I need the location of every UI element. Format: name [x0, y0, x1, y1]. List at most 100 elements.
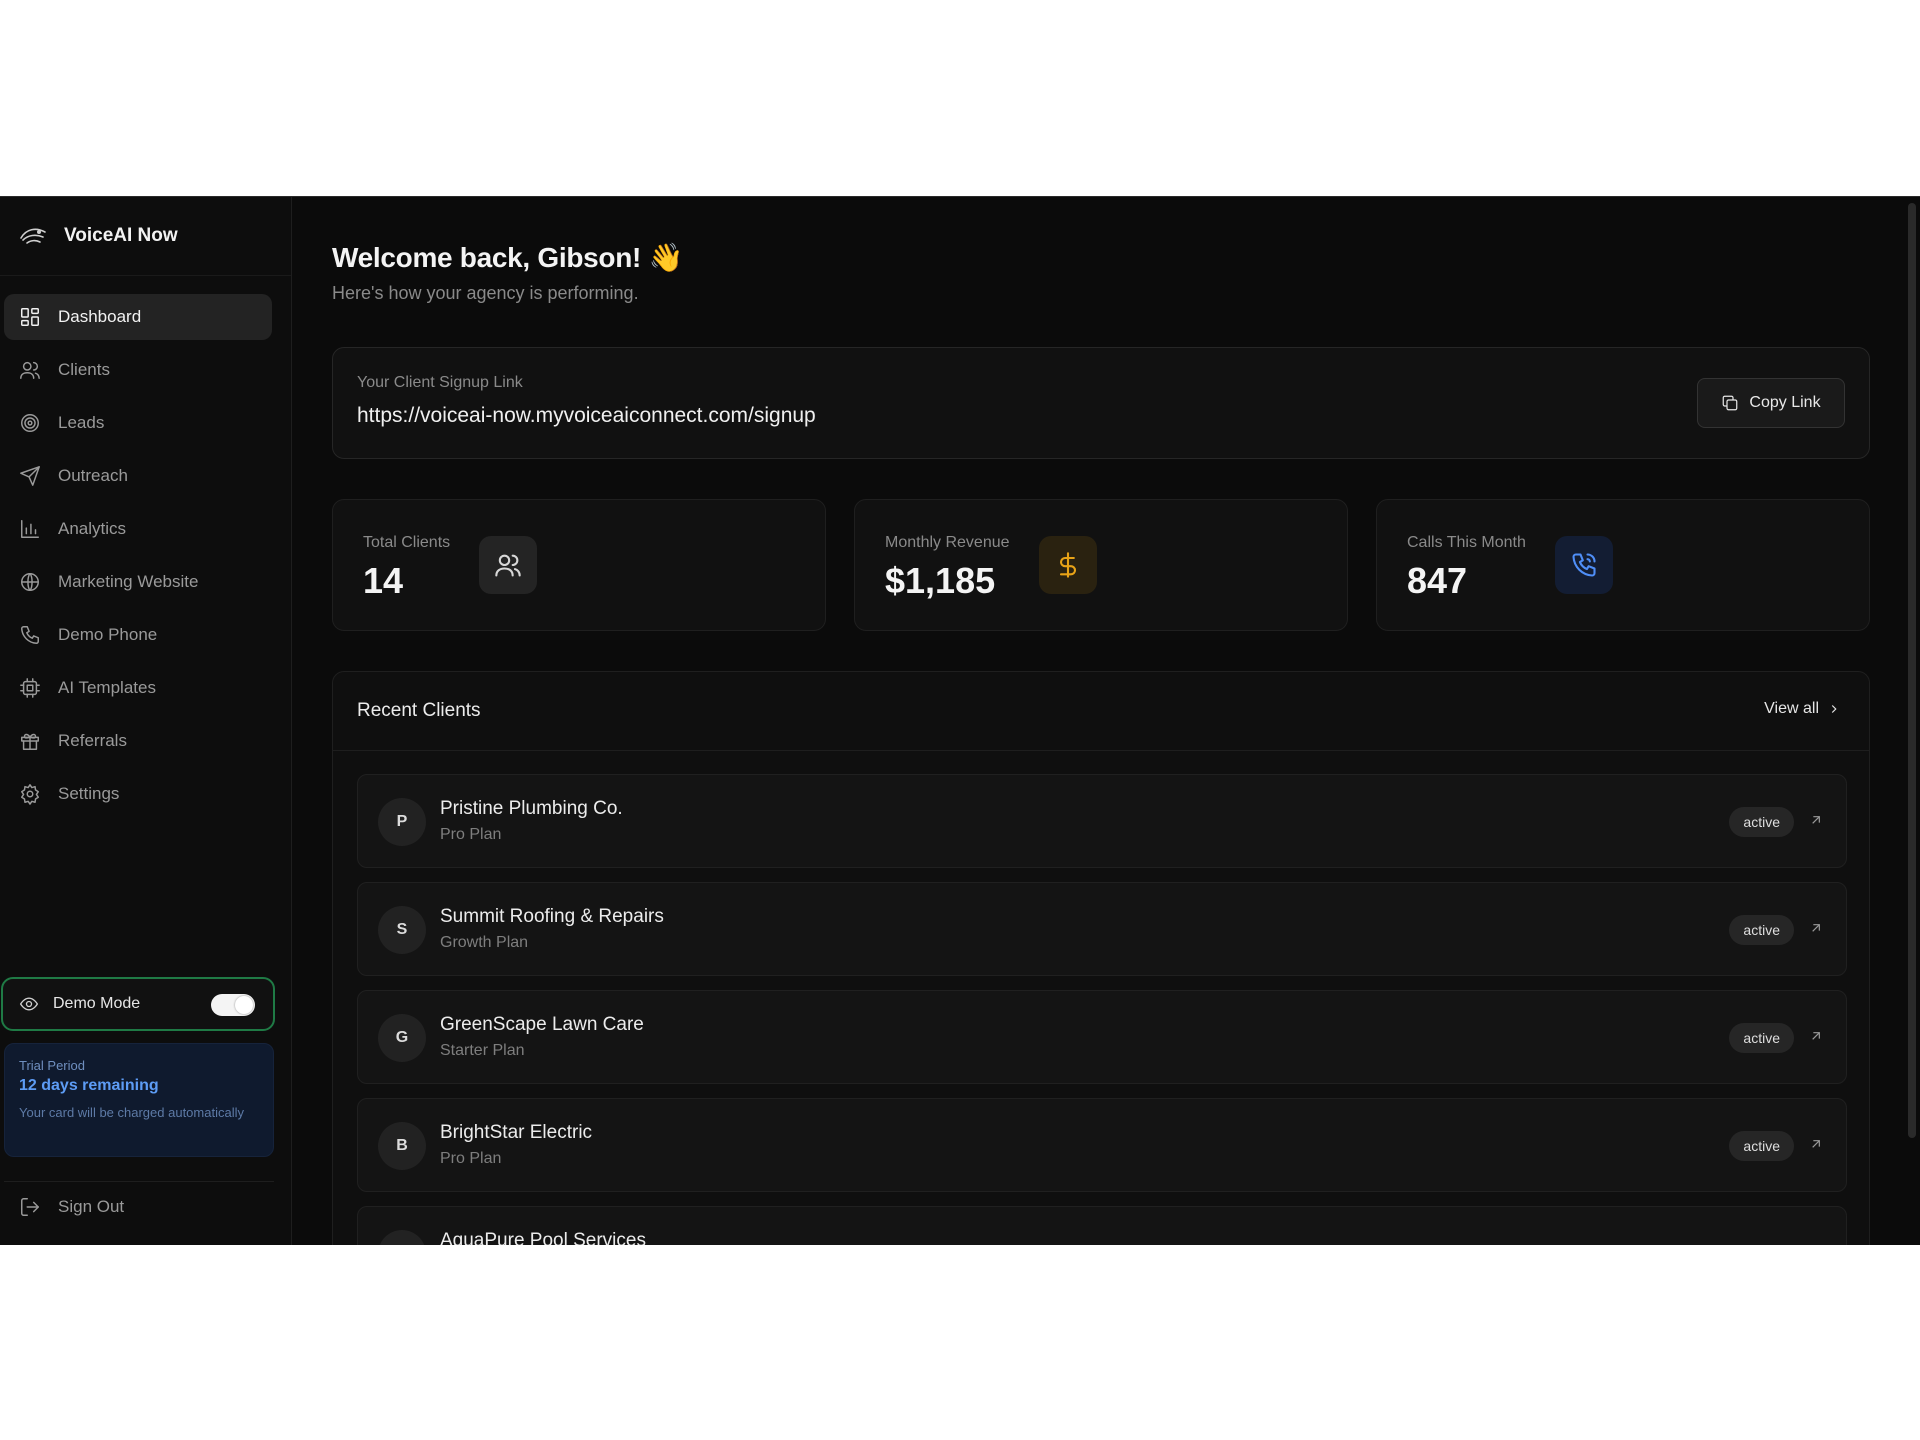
client-plan: Starter Plan [440, 1042, 525, 1059]
sidebar-item-label: Referrals [58, 731, 127, 750]
client-name: AquaPure Pool Services [440, 1230, 646, 1245]
sidebar-item-marketing-website[interactable]: Marketing Website [4, 559, 272, 605]
sidebar-item-label: Leads [58, 413, 105, 432]
stat-value: 847 [1407, 560, 1468, 601]
sidebar-item-referrals[interactable]: Referrals [4, 718, 272, 764]
avatar: A [378, 1230, 426, 1245]
page-subtitle: Here's how your agency is performing. [332, 283, 639, 303]
stat-card-monthly-revenue: Monthly Revenue $1,185 [854, 499, 1348, 631]
cpu-icon [18, 676, 42, 700]
signup-link-url[interactable]: https://voiceai-now.myvoiceaiconnect.com… [357, 404, 816, 428]
stat-label: Total Clients [363, 534, 451, 551]
switch-knob [235, 996, 253, 1014]
avatar: S [378, 906, 426, 954]
client-name: GreenScape Lawn Care [440, 1014, 644, 1035]
dollar-icon [1039, 536, 1097, 594]
signup-link-card: Your Client Signup Link https://voiceai-… [332, 347, 1870, 459]
sidebar-item-leads[interactable]: Leads [4, 400, 272, 446]
sign-out-icon [18, 1195, 42, 1219]
recent-clients-panel: Recent Clients View all P Pristine Plumb… [332, 671, 1870, 1245]
view-all-link[interactable]: View all [1764, 700, 1841, 718]
send-icon [18, 464, 42, 488]
main-scrollbar[interactable] [1908, 203, 1916, 1138]
copy-link-label: Copy Link [1749, 394, 1821, 411]
main-content: Welcome back, Gibson! 👋 Here's how your … [292, 197, 1920, 1245]
sidebar-item-label: Demo Phone [58, 625, 158, 644]
client-row[interactable]: A AquaPure Pool Services [357, 1206, 1847, 1245]
brand-logo-icon [16, 219, 50, 253]
globe-icon [18, 570, 42, 594]
stat-label: Monthly Revenue [885, 534, 1010, 551]
client-list: P Pristine Plumbing Co. Pro Plan active … [357, 774, 1847, 1245]
external-link-icon[interactable] [1808, 920, 1824, 936]
client-name: BrightStar Electric [440, 1122, 593, 1143]
signup-link-label: Your Client Signup Link [357, 374, 523, 391]
stats-row: Total Clients 14 Monthly Revenue $1,185 … [332, 499, 1870, 631]
users-icon [479, 536, 537, 594]
client-row[interactable]: S Summit Roofing & Repairs Growth Plan a… [357, 882, 1847, 976]
sign-out-button[interactable]: Sign Out [4, 1181, 274, 1231]
gift-icon [18, 729, 42, 753]
gear-icon [18, 782, 42, 806]
client-row[interactable]: G GreenScape Lawn Care Starter Plan acti… [357, 990, 1847, 1084]
copy-link-button[interactable]: Copy Link [1697, 378, 1845, 428]
view-all-label: View all [1764, 700, 1819, 717]
demo-mode-toggle[interactable]: Demo Mode [1, 977, 275, 1031]
client-plan: Pro Plan [440, 1150, 502, 1167]
sidebar-nav: Dashboard Clients Leads Outreach Analyti… [0, 276, 291, 817]
sidebar-item-label: Dashboard [58, 307, 142, 326]
brand-header[interactable]: VoiceAI Now [0, 197, 291, 276]
demo-mode-switch[interactable] [211, 994, 255, 1016]
sidebar-item-demo-phone[interactable]: Demo Phone [4, 612, 272, 658]
bar-chart-icon [18, 517, 42, 541]
trial-period-card: Trial Period 12 days remaining Your card… [4, 1043, 274, 1157]
copy-icon [1723, 395, 1738, 411]
trial-note: Your card will be charged automatically [19, 1105, 244, 1120]
phone-call-icon [1555, 536, 1613, 594]
chevron-right-icon [1831, 705, 1837, 713]
client-plan: Pro Plan [440, 826, 502, 843]
sidebar-item-outreach[interactable]: Outreach [4, 453, 272, 499]
client-row[interactable]: B BrightStar Electric Pro Plan active [357, 1098, 1847, 1192]
trial-label: Trial Period [19, 1058, 85, 1073]
client-row[interactable]: P Pristine Plumbing Co. Pro Plan active [357, 774, 1847, 868]
status-badge: active [1729, 807, 1794, 837]
avatar: P [378, 798, 426, 846]
page-title: Welcome back, Gibson! 👋 [332, 242, 684, 273]
sidebar-item-label: Settings [58, 784, 120, 803]
status-badge: active [1729, 915, 1794, 945]
stat-card-total-clients: Total Clients 14 [332, 499, 826, 631]
sidebar-item-label: AI Templates [58, 678, 156, 697]
stat-label: Calls This Month [1407, 534, 1526, 551]
sidebar: VoiceAI Now Dashboard Clients Leads Outr… [0, 197, 292, 1245]
sidebar-item-clients[interactable]: Clients [4, 347, 272, 393]
trial-days-remaining: 12 days remaining [19, 1077, 159, 1094]
demo-mode-label: Demo Mode [53, 995, 141, 1012]
external-link-icon[interactable] [1808, 1136, 1824, 1152]
stat-card-calls-this-month: Calls This Month 847 [1376, 499, 1870, 631]
phone-icon [18, 623, 42, 647]
sidebar-item-ai-templates[interactable]: AI Templates [4, 665, 272, 711]
eye-icon [19, 994, 39, 1014]
stat-value: $1,185 [885, 560, 996, 601]
users-icon [18, 358, 42, 382]
brand-name: VoiceAI Now [64, 225, 178, 246]
sidebar-item-label: Analytics [58, 519, 127, 538]
sidebar-item-dashboard[interactable]: Dashboard [4, 294, 272, 340]
app-window: VoiceAI Now Dashboard Clients Leads Outr… [0, 196, 1920, 1245]
sidebar-item-settings[interactable]: Settings [4, 771, 272, 817]
dashboard-icon [18, 305, 42, 329]
target-icon [18, 411, 42, 435]
external-link-icon[interactable] [1808, 812, 1824, 828]
sign-out-label: Sign Out [58, 1196, 125, 1216]
recent-clients-title: Recent Clients [357, 700, 481, 721]
avatar: B [378, 1122, 426, 1170]
stat-value: 14 [363, 560, 404, 601]
sidebar-item-label: Clients [58, 360, 110, 379]
external-link-icon[interactable] [1808, 1028, 1824, 1044]
client-plan: Growth Plan [440, 934, 529, 951]
client-name: Summit Roofing & Repairs [440, 906, 664, 927]
sidebar-item-label: Outreach [58, 466, 128, 485]
sidebar-item-analytics[interactable]: Analytics [4, 506, 272, 552]
avatar: G [378, 1014, 426, 1062]
